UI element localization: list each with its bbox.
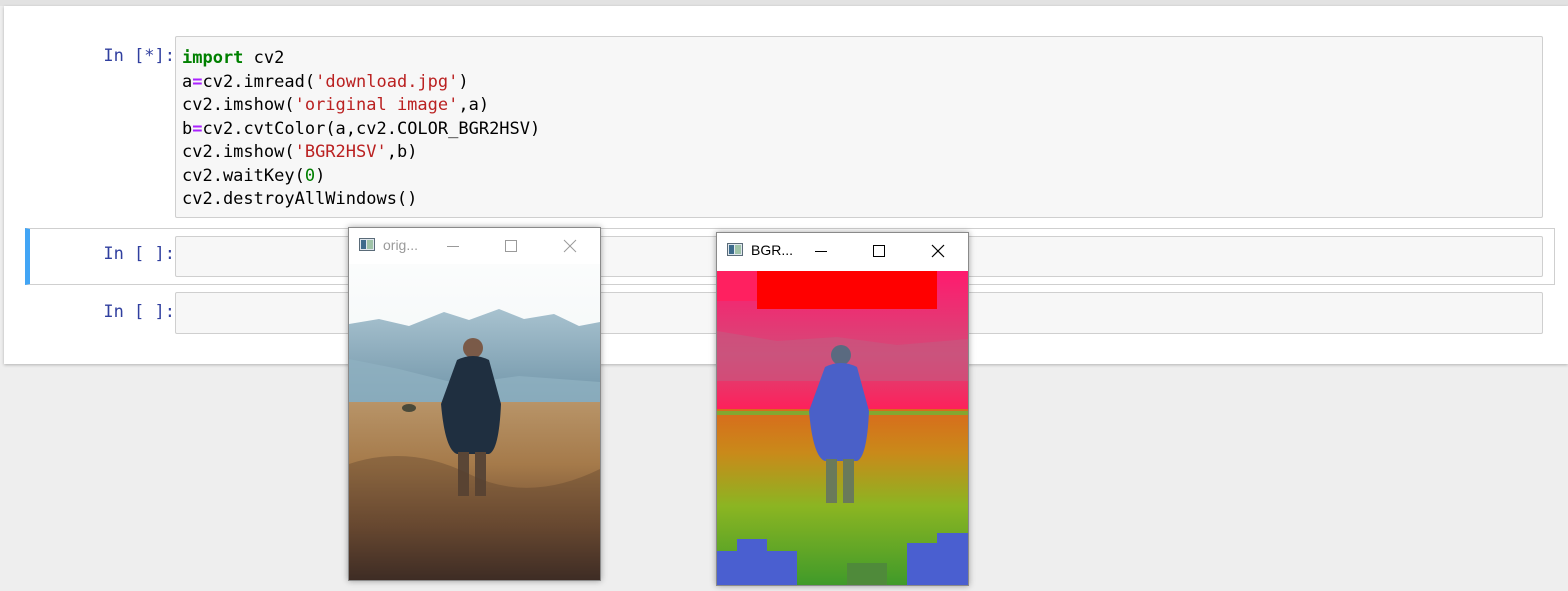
hsv-photo xyxy=(717,271,968,585)
original-photo xyxy=(349,264,600,580)
close-icon xyxy=(931,244,945,258)
cell-prompt: In [ ]: xyxy=(103,244,175,264)
code-token-string: 'original image' xyxy=(294,95,459,115)
code-token-number: 0 xyxy=(304,165,316,186)
code-token-string: 'download.jpg' xyxy=(315,71,459,92)
maximize-icon xyxy=(873,245,885,257)
close-button[interactable] xyxy=(909,233,967,269)
code-token-operator: = xyxy=(192,118,203,139)
opencv-window-original[interactable]: orig... xyxy=(348,227,601,581)
code-editor[interactable]: import cv2 a=cv2.imread('download.jpg') … xyxy=(175,36,1543,218)
code-token-string: 'BGR2HSV' xyxy=(294,142,387,162)
window-title: BGR... xyxy=(751,242,794,258)
opencv-window-icon xyxy=(359,238,375,251)
window-title: orig... xyxy=(383,237,419,253)
original-image xyxy=(349,264,600,580)
minimize-button[interactable] xyxy=(424,228,482,264)
cell-prompt: In [ ]: xyxy=(103,302,175,322)
maximize-button[interactable] xyxy=(482,228,540,264)
window-titlebar[interactable]: BGR... xyxy=(717,233,968,269)
opencv-window-hsv[interactable]: BGR... xyxy=(716,232,969,586)
code-token-operator: = xyxy=(192,71,203,92)
minimize-button[interactable] xyxy=(792,233,850,269)
maximize-icon xyxy=(505,240,517,252)
code-cell-1[interactable]: In [*]: import cv2 a=cv2.imread('downloa… xyxy=(25,34,1555,220)
maximize-button[interactable] xyxy=(850,233,908,269)
code-token-import: import xyxy=(182,48,244,68)
hsv-image xyxy=(717,271,968,585)
opencv-window-icon xyxy=(727,243,743,256)
close-button[interactable] xyxy=(541,228,599,264)
minimize-icon xyxy=(815,251,827,252)
window-titlebar[interactable]: orig... xyxy=(349,228,600,264)
code-text[interactable]: import cv2 a=cv2.imread('download.jpg') … xyxy=(176,37,1542,212)
close-icon xyxy=(563,239,577,253)
minimize-icon xyxy=(447,246,459,247)
cell-prompt: In [*]: xyxy=(103,46,175,66)
